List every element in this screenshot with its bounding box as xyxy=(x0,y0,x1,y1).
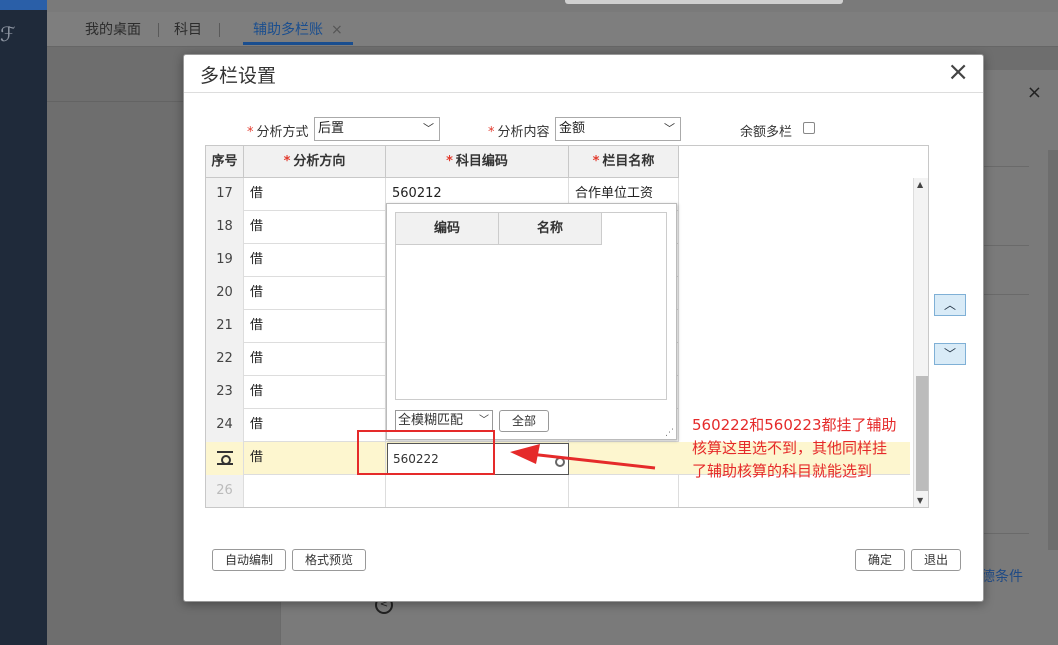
row-direction[interactable]: 借 xyxy=(244,343,386,376)
select-value: 全模糊匹配 xyxy=(398,413,464,428)
dialog-header: 多栏设置 × xyxy=(184,55,983,93)
analysis-method-label: * 分析方式 xyxy=(247,121,309,140)
row-direction[interactable]: 借 xyxy=(244,178,386,211)
scroll-thumb[interactable] xyxy=(916,376,928,491)
resize-handle-icon[interactable]: ⋰ xyxy=(665,428,674,438)
tab-desktop[interactable]: 我的桌面 xyxy=(75,21,159,45)
chevron-down-icon: ﹀ xyxy=(479,415,489,426)
panel-close-icon[interactable]: × xyxy=(1027,82,1042,103)
lookup-header-code: 编码 xyxy=(396,213,499,245)
row-column-name[interactable] xyxy=(569,442,679,475)
grid-scrollbar[interactable]: ▲ ▼ xyxy=(913,178,928,507)
row-no: 26 xyxy=(206,475,244,507)
header-text: 栏目名称 xyxy=(602,154,655,169)
annotation-box xyxy=(357,430,495,475)
select-value: 金额 xyxy=(559,121,586,136)
required-mark: * xyxy=(283,154,291,169)
header-direction: * 分析方向 xyxy=(244,146,386,178)
required-mark: * xyxy=(247,125,254,140)
close-icon[interactable]: × xyxy=(947,57,969,87)
required-mark: * xyxy=(592,154,600,169)
tab-label: 辅助多栏账 xyxy=(253,22,323,38)
row-no: 19 xyxy=(206,244,244,277)
tab-subjects[interactable]: 科目 xyxy=(164,21,220,45)
exit-button[interactable]: 退出 xyxy=(911,549,961,571)
chevron-down-icon: ﹀ xyxy=(423,122,434,135)
annotation-text: 560222和560223都挂了辅助核算这里选不到，其他同样挂了辅助核算的科目就… xyxy=(692,416,897,480)
top-bar xyxy=(47,0,1058,12)
header-text: 科目编码 xyxy=(455,154,508,169)
lookup-header: 编码 名称 xyxy=(396,213,602,245)
header-column-name: * 栏目名称 xyxy=(569,146,679,178)
format-preview-button[interactable]: 格式预览 xyxy=(292,549,366,571)
move-down-button[interactable]: ﹀ xyxy=(934,343,966,365)
row-direction[interactable]: 借 xyxy=(244,310,386,343)
header-no: 序号 xyxy=(206,146,244,178)
left-rail: ℱ xyxy=(0,0,47,645)
analysis-method-select[interactable]: 后置 ﹀ xyxy=(314,117,440,141)
multi-column-settings-dialog: 多栏设置 × * 分析方式 后置 ﹀ * 分析内容 金额 ﹀ 余额多栏 序号 * 分析… xyxy=(183,54,984,602)
dialog-title: 多栏设置 xyxy=(200,65,277,87)
scroll-down-icon[interactable]: ▼ xyxy=(917,496,923,505)
subject-lookup-popup: 编码 名称 全模糊匹配 ﹀ 全部 ⋰ xyxy=(386,203,677,440)
required-mark: * xyxy=(446,154,453,169)
move-up-button[interactable]: ︿ xyxy=(934,294,966,316)
row-direction[interactable]: 借 xyxy=(244,211,386,244)
tab-close-icon[interactable]: × xyxy=(331,22,343,38)
search-icon[interactable] xyxy=(555,457,565,467)
analysis-content-select[interactable]: 金额 ﹀ xyxy=(555,117,681,141)
row-direction[interactable]: 借 xyxy=(244,277,386,310)
panel-box xyxy=(981,166,1029,246)
tab-multi-column-ledger[interactable]: 辅助多栏账 × xyxy=(243,21,353,45)
panel-box xyxy=(981,294,1029,534)
row-direction[interactable]: 借 xyxy=(244,244,386,277)
row-no: 18 xyxy=(206,211,244,244)
app-menu-icon[interactable]: ℱ xyxy=(0,22,18,48)
analysis-content-label: * 分析内容 xyxy=(488,121,550,140)
row-editing-icon xyxy=(216,451,233,465)
all-button[interactable]: 全部 xyxy=(499,410,549,432)
row-direction[interactable]: 借 xyxy=(244,376,386,409)
row-no: 17 xyxy=(206,178,244,211)
header-code: * 科目编码 xyxy=(386,146,569,178)
required-mark: * xyxy=(488,125,495,140)
table-row[interactable]: 26 xyxy=(206,475,679,507)
grid-header: 序号 * 分析方向 * 科目编码 * 栏目名称 xyxy=(206,146,679,178)
global-search-input[interactable] xyxy=(565,0,843,4)
panel-scrollbar[interactable] xyxy=(1048,150,1058,550)
header-text: 分析方向 xyxy=(293,154,346,169)
row-direction[interactable] xyxy=(244,475,386,507)
match-mode-select[interactable]: 全模糊匹配 ﹀ xyxy=(395,410,493,432)
row-no xyxy=(206,442,244,475)
balance-multi-checkbox[interactable] xyxy=(803,122,815,134)
row-no: 21 xyxy=(206,310,244,343)
balance-multi-label: 余额多栏 xyxy=(740,125,793,140)
auto-compile-button[interactable]: 自动编制 xyxy=(212,549,286,571)
row-no: 22 xyxy=(206,343,244,376)
rail-accent xyxy=(0,0,47,10)
filter-link[interactable]: 德条件 xyxy=(981,566,1023,586)
select-value: 后置 xyxy=(318,121,345,136)
row-no: 23 xyxy=(206,376,244,409)
label-text: 分析内容 xyxy=(497,125,550,140)
tab-bar: 我的桌面 科目 辅助多栏账 × xyxy=(47,12,1058,47)
row-column-name[interactable] xyxy=(569,475,679,507)
label-text: 分析方式 xyxy=(256,125,309,140)
chevron-down-icon: ﹀ xyxy=(664,122,675,135)
row-no: 20 xyxy=(206,277,244,310)
row-code[interactable] xyxy=(386,475,569,507)
row-no: 24 xyxy=(206,409,244,442)
ok-button[interactable]: 确定 xyxy=(855,549,905,571)
scroll-up-icon[interactable]: ▲ xyxy=(917,180,923,189)
lookup-list[interactable]: 编码 名称 xyxy=(395,212,667,400)
lookup-header-name: 名称 xyxy=(499,213,602,245)
